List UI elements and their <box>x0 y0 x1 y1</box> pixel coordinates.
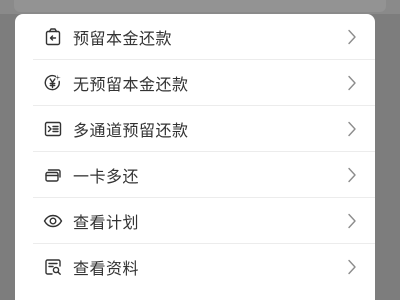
menu-item-view-info[interactable]: 查看资料 <box>15 244 375 290</box>
menu-item-label: 预留本金还款 <box>73 29 173 48</box>
chevron-right-icon <box>347 29 357 45</box>
menu-item-label: 无预留本金还款 <box>73 75 189 94</box>
document-search-icon <box>43 257 63 277</box>
bag-arrow-icon <box>43 27 63 47</box>
yen-refresh-icon <box>43 73 63 93</box>
chevron-right-icon <box>347 213 357 229</box>
menu-item-one-card-multi[interactable]: 一卡多还 <box>15 152 375 198</box>
menu-item-label: 一卡多还 <box>73 167 140 186</box>
menu-item-label: 多通道预留还款 <box>73 121 189 140</box>
action-sheet: 预留本金还款 无预留本金还款 多通道预留还款 一卡多还 查看计划 查看资料 <box>15 14 375 300</box>
menu-item-label: 查看计划 <box>73 213 140 232</box>
chevron-right-icon <box>347 121 357 137</box>
card-channel-icon <box>43 119 63 139</box>
backdrop-bar <box>14 0 386 12</box>
credit-card-icon <box>43 165 63 185</box>
menu-item-reserve-principal[interactable]: 预留本金还款 <box>15 14 375 60</box>
menu-item-label: 查看资料 <box>73 259 140 278</box>
menu-item-view-plan[interactable]: 查看计划 <box>15 198 375 244</box>
chevron-right-icon <box>347 259 357 275</box>
chevron-right-icon <box>347 167 357 183</box>
backdrop-header <box>0 0 400 14</box>
menu-item-no-reserve-principal[interactable]: 无预留本金还款 <box>15 60 375 106</box>
menu-item-multi-channel[interactable]: 多通道预留还款 <box>15 106 375 152</box>
chevron-right-icon <box>347 75 357 91</box>
eye-icon <box>43 211 63 231</box>
